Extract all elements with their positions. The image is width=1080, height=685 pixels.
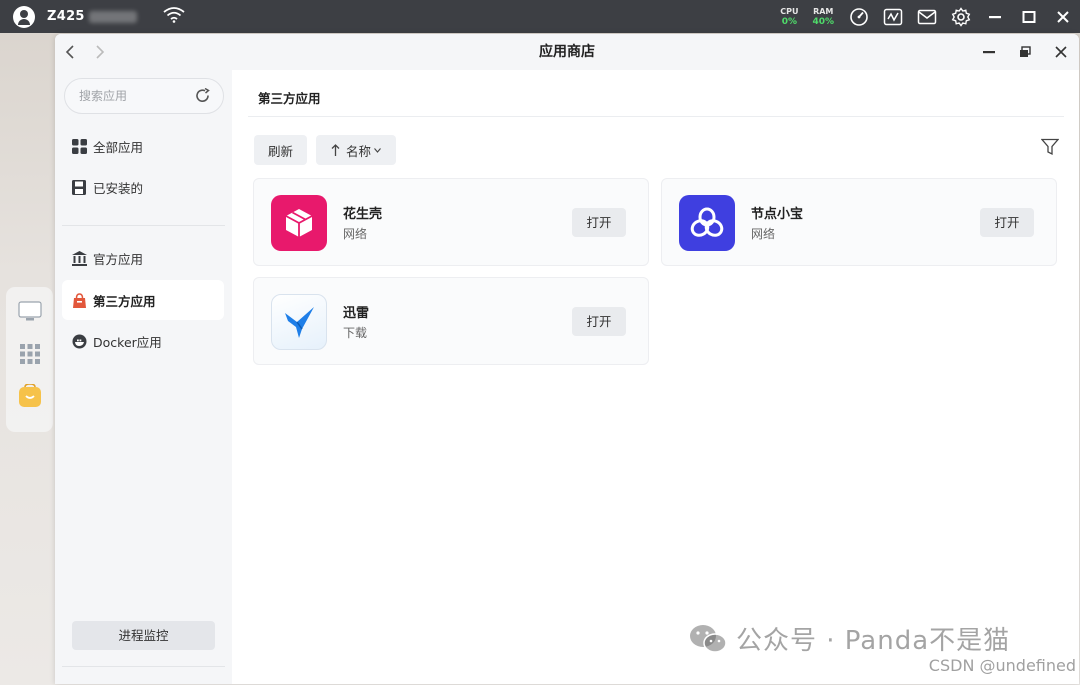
app-card: 花生壳 网络 打开 — [253, 178, 649, 266]
app-name: 节点小宝 — [751, 207, 804, 222]
sidebar-item-docker-apps[interactable]: Docker应用 — [62, 321, 224, 361]
window-close-button[interactable] — [1043, 34, 1079, 70]
sort-arrow-icon — [331, 144, 340, 156]
back-button[interactable] — [55, 34, 85, 70]
ram-value: 40% — [812, 16, 834, 27]
sidebar-item-label: 官方应用 — [93, 251, 144, 267]
redacted-name — [88, 10, 137, 23]
open-button[interactable]: 打开 — [572, 208, 626, 237]
app-name: 迅雷 — [343, 306, 370, 321]
ram-meter: RAM 40% — [812, 7, 834, 27]
sidebar-item-third-party-apps[interactable]: 第三方应用 — [62, 280, 224, 320]
xunlei-app-icon — [271, 294, 327, 350]
user-avatar[interactable] — [13, 5, 35, 28]
open-button[interactable]: 打开 — [572, 307, 626, 336]
system-top-bar: Z425 CPU 0% RAM 40% — [0, 0, 1080, 33]
sidebar-item-label: 已安装的 — [93, 180, 144, 196]
app-store-window: 应用商店 全部应用 — [55, 34, 1079, 684]
wechat-watermark: 公众号 · Panda不是猫 — [688, 620, 1010, 657]
dashboard-gauge-icon[interactable] — [842, 0, 876, 33]
sidebar-item-all-apps[interactable]: 全部应用 — [62, 126, 224, 166]
maximize-icon[interactable] — [1012, 0, 1046, 33]
save-icon — [71, 179, 87, 195]
refresh-label: 刷新 — [267, 143, 293, 159]
sidebar-divider — [62, 225, 225, 226]
sort-button[interactable]: 名称 — [316, 135, 396, 165]
monitor-icon[interactable] — [17, 299, 43, 325]
peanut-shell-app-icon — [271, 195, 327, 251]
app-name: 花生壳 — [343, 207, 383, 222]
device-name: Z425 — [47, 9, 85, 24]
ram-label: RAM — [813, 6, 834, 16]
app-category: 网络 — [751, 227, 776, 241]
cpu-label: CPU — [780, 6, 799, 16]
settings-label: 设置 — [93, 682, 118, 684]
refresh-search-icon[interactable] — [195, 87, 211, 108]
page-title: 第三方应用 — [258, 91, 321, 106]
gear-icon[interactable] — [944, 0, 978, 33]
window-titlebar: 应用商店 — [55, 34, 1079, 70]
wifi-icon[interactable] — [163, 6, 185, 27]
sidebar-item-label: 全部应用 — [93, 139, 144, 155]
sidebar-item-installed[interactable]: 已安装的 — [62, 167, 224, 207]
left-dock — [6, 287, 53, 432]
app-category: 网络 — [343, 227, 368, 241]
refresh-button[interactable]: 刷新 — [254, 135, 307, 165]
sidebar-item-official-apps[interactable]: 官方应用 — [62, 238, 224, 278]
open-button[interactable]: 打开 — [980, 208, 1034, 237]
bag-icon — [71, 292, 87, 308]
app-card: 节点小宝 网络 打开 — [661, 178, 1057, 266]
window-restore-button[interactable] — [1007, 34, 1043, 70]
filter-icon[interactable] — [1040, 138, 1060, 160]
app-card: 迅雷 下载 打开 — [253, 277, 649, 365]
bank-icon — [71, 250, 87, 266]
mail-icon[interactable] — [910, 0, 944, 33]
sidebar-divider-bottom — [62, 666, 225, 667]
resource-monitor-icon[interactable] — [876, 0, 910, 33]
sidebar: 全部应用 已安装的 官方应用 第三方应用 Docker应用 — [55, 70, 232, 684]
docker-icon — [71, 333, 87, 349]
main-content: 第三方应用 刷新 名称 花生壳 网络 打开 节点小宝 网络 打开 迅雷 下载 打… — [232, 70, 1079, 684]
process-monitor-button[interactable]: 进程监控 — [72, 621, 215, 650]
cpu-meter: CPU 0% — [780, 7, 798, 27]
cpu-value: 0% — [781, 16, 797, 27]
window-title: 应用商店 — [539, 44, 595, 60]
watermark-text: 公众号 · Panda不是猫 — [736, 626, 1011, 656]
node-xiaobao-app-icon — [679, 195, 735, 251]
app-category: 下载 — [343, 326, 368, 340]
search-input[interactable] — [79, 89, 183, 103]
grid-icon — [71, 138, 87, 154]
settings-button[interactable]: 设置 — [72, 682, 118, 684]
sort-label: 名称 — [345, 143, 371, 159]
search-box — [64, 78, 224, 114]
sidebar-item-label: 第三方应用 — [93, 293, 156, 309]
app-grid-icon[interactable] — [17, 341, 43, 367]
csdn-watermark: CSDN @undefined — [928, 656, 1076, 675]
chevron-down-icon — [374, 147, 381, 153]
window-minimize-button[interactable] — [971, 34, 1007, 70]
wechat-icon — [688, 623, 728, 655]
forward-button[interactable] — [85, 34, 115, 70]
app-store-icon[interactable] — [17, 383, 43, 409]
close-icon[interactable] — [1046, 0, 1080, 33]
header-divider — [248, 116, 1064, 117]
sidebar-item-label: Docker应用 — [93, 334, 162, 350]
minimize-icon[interactable] — [978, 0, 1012, 33]
